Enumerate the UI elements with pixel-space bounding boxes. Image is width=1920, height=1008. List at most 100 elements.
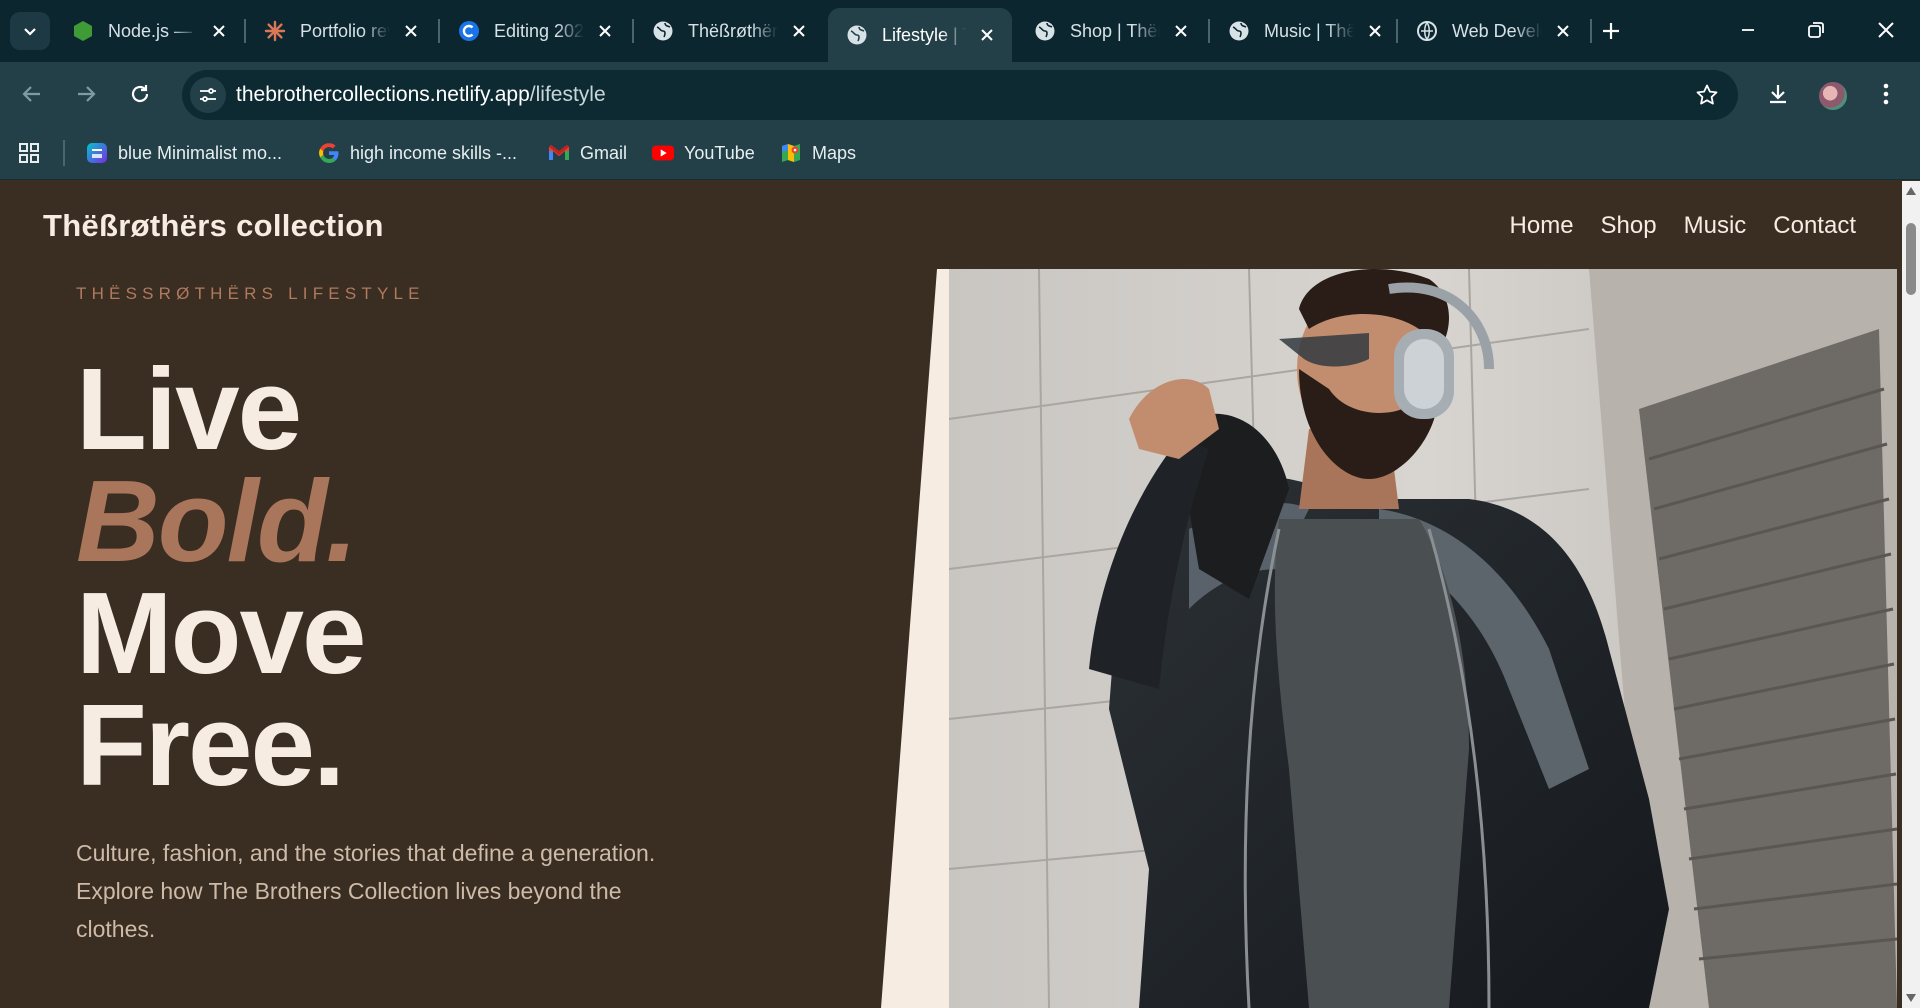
minimize-button[interactable] [1728, 12, 1768, 48]
tab-title: Web Development [1452, 20, 1542, 41]
close-icon[interactable] [594, 20, 616, 42]
chevron-down-icon [24, 28, 36, 36]
page-scrollbar[interactable] [1902, 181, 1920, 1008]
tab-music[interactable]: Music | Thëßrøthërs [1210, 8, 1400, 54]
bookmark-separator [63, 140, 65, 166]
claude-icon [264, 20, 286, 42]
arrow-right-icon [78, 86, 96, 102]
nav-home[interactable]: Home [1510, 212, 1574, 240]
hero-heading-line: Free. [76, 680, 345, 810]
tab-web-development[interactable]: Web Development [1398, 8, 1588, 54]
reload-icon [131, 85, 149, 103]
more-vertical-icon [1883, 83, 1889, 105]
tab-search-button[interactable] [10, 12, 50, 50]
tab-title: Shop | Thëßrøthërs [1070, 20, 1160, 41]
url-text: thebrothercollections.netlify.app/lifest… [236, 83, 606, 107]
url-path: /lifestyle [529, 83, 606, 106]
browser-toolbar: thebrothercollections.netlify.app/lifest… [0, 62, 1920, 126]
nav-music[interactable]: Music [1684, 212, 1747, 240]
maps-icon [780, 142, 802, 164]
close-icon[interactable] [788, 20, 810, 42]
plus-icon [1603, 23, 1619, 39]
minimize-icon [1742, 29, 1754, 31]
nav-shop[interactable]: Shop [1601, 212, 1657, 240]
tab-brothers-home[interactable]: Thëßrøthërs collection [634, 8, 824, 54]
tab-strip: Node.js — Run JavaScript Everywhere Port… [0, 0, 1920, 62]
new-tab-button[interactable] [1594, 14, 1628, 48]
restore-icon [1808, 22, 1824, 38]
tab-title: Music | Thëßrøthërs [1264, 20, 1354, 41]
close-icon[interactable] [1364, 20, 1386, 42]
bookmark-gmail[interactable]: Gmail [548, 139, 627, 167]
tab-title: Editing 2025 [494, 20, 584, 41]
globe-icon [652, 20, 674, 42]
tab-title: Lifestyle | Thëßrøthërs [882, 24, 966, 45]
gmail-icon [548, 142, 570, 164]
bookmark-maps[interactable]: Maps [780, 139, 856, 167]
canva-icon [458, 20, 480, 42]
youtube-icon [652, 142, 674, 164]
apps-grid-icon [19, 143, 39, 163]
site-brand[interactable]: Thëßrøthërs collection [43, 208, 384, 244]
nav-contact[interactable]: Contact [1773, 212, 1856, 240]
star-icon [1696, 84, 1718, 105]
page-viewport: Thëßrøthërs collection Home Shop Music C… [0, 181, 1902, 1008]
nodejs-icon [72, 20, 94, 42]
site-info-button[interactable] [190, 77, 226, 113]
hero-photo [949, 269, 1897, 1008]
main-nav: Home Shop Music Contact [1510, 212, 1856, 240]
model-photo-illustration [949, 269, 1897, 1008]
browser-menu-button[interactable] [1868, 76, 1904, 112]
address-bar[interactable]: thebrothercollections.netlify.app/lifest… [182, 70, 1738, 120]
hero-heading-line: Live [76, 344, 302, 474]
bookmark-label: Maps [812, 142, 857, 163]
globe-icon [1228, 20, 1250, 42]
close-icon [1878, 22, 1894, 38]
profile-avatar[interactable] [1817, 80, 1849, 112]
reload-button[interactable] [122, 76, 158, 112]
tab-title: Portfolio review [300, 20, 390, 41]
close-icon[interactable] [1552, 20, 1574, 42]
forward-button[interactable] [68, 76, 104, 112]
tab-separator [1590, 19, 1592, 43]
tab-title: Node.js — Run JavaScript Everywhere [108, 20, 198, 41]
canva-icon [86, 142, 108, 164]
restore-button[interactable] [1796, 12, 1836, 48]
bookmark-label: blue Minimalist mo... [118, 142, 283, 163]
hero-description: Culture, fashion, and the stories that d… [76, 840, 656, 942]
tab-nodejs[interactable]: Node.js — Run JavaScript Everywhere [54, 8, 244, 54]
tab-shop[interactable]: Shop | Thëßrøthërs [1016, 8, 1206, 54]
close-window-button[interactable] [1866, 12, 1906, 48]
hero-heading-line: Move [76, 568, 367, 698]
downloads-button[interactable] [1760, 76, 1796, 112]
scroll-down-arrow[interactable] [1905, 992, 1917, 1004]
google-icon [318, 142, 340, 164]
globe-icon [1416, 20, 1438, 42]
tab-title: Thëßrøthërs collection [688, 20, 778, 41]
bookmark-high-income-skills[interactable]: high income skills -... [318, 139, 517, 167]
close-icon[interactable] [1170, 20, 1192, 42]
bookmark-label: high income skills -... [350, 142, 518, 163]
globe-icon [846, 24, 868, 46]
bookmarks-bar: blue Minimalist mo... high income skills… [0, 126, 1920, 180]
bookmark-label: Gmail [580, 142, 628, 163]
download-icon [1770, 85, 1786, 104]
close-icon[interactable] [208, 20, 230, 42]
hero-heading-accent: Bold. [76, 456, 358, 586]
globe-icon [1034, 20, 1056, 42]
back-button[interactable] [14, 76, 50, 112]
bookmark-youtube[interactable]: YouTube [652, 139, 755, 167]
apps-button[interactable] [18, 139, 40, 167]
bookmark-blue-minimalist[interactable]: blue Minimalist mo... [86, 139, 282, 167]
tab-lifestyle[interactable]: Lifestyle | Thëßrøthërs [828, 8, 1012, 62]
url-host: thebrothercollections.netlify.app [236, 83, 530, 106]
tune-icon [200, 88, 216, 102]
scroll-up-arrow[interactable] [1905, 185, 1917, 197]
scroll-thumb[interactable] [1906, 223, 1916, 295]
tab-editing[interactable]: Editing 2025 [440, 8, 630, 54]
close-icon[interactable] [976, 24, 998, 46]
bookmark-label: YouTube [684, 142, 755, 163]
tab-portfolio[interactable]: Portfolio review [246, 8, 436, 54]
bookmark-star-button[interactable] [1694, 82, 1720, 108]
close-icon[interactable] [400, 20, 422, 42]
